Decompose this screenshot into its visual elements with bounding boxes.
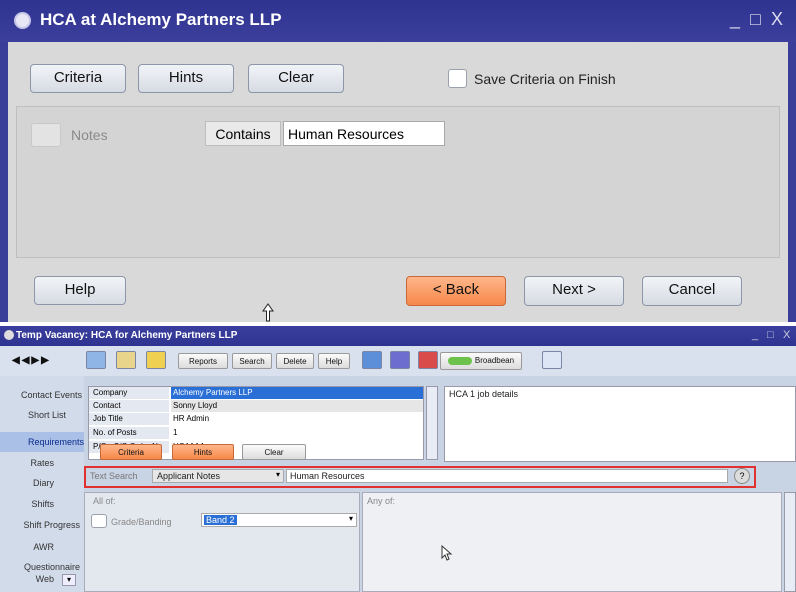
help-icon[interactable]: ? (734, 468, 750, 484)
next-button[interactable]: Next > (524, 276, 624, 306)
folder-icon[interactable] (146, 351, 166, 369)
window-title-bar[interactable]: Temp Vacancy: HCA for Alchemy Partners L… (0, 326, 796, 346)
back-button[interactable]: < Back (406, 276, 506, 306)
cursor-icon (262, 303, 274, 323)
minimize-icon[interactable]: _ (752, 329, 758, 341)
record-navigation-icon[interactable]: ◀◀▶▶ (12, 355, 51, 366)
spellcheck-icon[interactable] (542, 351, 562, 369)
toolbar: ◀◀▶▶ Reports Search Delete Help Broadbea… (0, 346, 796, 376)
field-label: Contact (89, 400, 169, 412)
job-title-field[interactable]: HR Admin (171, 413, 423, 425)
grade-select[interactable]: Band 2 ▾ (201, 513, 357, 527)
app-icon (14, 12, 31, 29)
dialog-title: HCA at Alchemy Partners LLP (40, 10, 282, 29)
any-of-panel: Any of: (362, 492, 782, 592)
hints-button[interactable]: Hints (138, 64, 234, 93)
nav-shifts[interactable]: Shifts (2, 499, 54, 509)
mouse-pointer-icon (441, 544, 453, 561)
help-button[interactable]: Help (34, 276, 126, 305)
criteria-button[interactable]: Criteria (100, 444, 162, 460)
nav-scroll-down[interactable]: ▾ (62, 574, 76, 586)
company-field[interactable]: Alchemy Partners LLP (171, 387, 423, 399)
cancel-button[interactable]: Cancel (642, 276, 742, 306)
nav-awr[interactable]: AWR (2, 542, 54, 552)
nav-short-list[interactable]: Short List (2, 410, 66, 420)
field-label: No. of Posts (89, 427, 169, 439)
any-of-label: Any of: (367, 496, 396, 506)
app-icon (4, 330, 14, 340)
temp-vacancy-window: Temp Vacancy: HCA for Alchemy Partners L… (0, 326, 796, 592)
left-nav: Contact Events Short List Requirements R… (0, 376, 84, 592)
search-field-value: Applicant Notes (157, 471, 221, 481)
clear-button[interactable]: Clear (248, 64, 344, 93)
search-value-text: Human Resources (290, 471, 365, 481)
criteria-button[interactable]: Criteria (30, 64, 126, 93)
minimize-icon[interactable]: _ (730, 9, 740, 30)
job-notes-panel: HCA 1 job details (444, 386, 796, 462)
broadbean-icon (447, 356, 472, 365)
search-field-select[interactable]: Applicant Notes ▾ (152, 469, 284, 483)
dialog-body: Criteria Hints Clear Save Criteria on Fi… (8, 42, 788, 322)
grade-label: Grade/Banding (111, 517, 172, 527)
contains-operator[interactable]: Contains (205, 121, 281, 146)
window-title: Temp Vacancy: HCA for Alchemy Partners L… (16, 330, 238, 341)
maximize-icon[interactable]: □ (750, 9, 761, 30)
stop-icon[interactable] (418, 351, 438, 369)
nav-contact-events[interactable]: Contact Events (2, 390, 82, 400)
notes-checkbox[interactable] (31, 123, 61, 147)
criteria-panel: Notes Contains Human Resources (16, 106, 780, 258)
notes-label: Notes (71, 127, 108, 143)
nav-shift-progress[interactable]: Shift Progress (2, 520, 80, 530)
nav-rates[interactable]: Rates (2, 458, 54, 468)
text-search-label: Text Search (90, 471, 138, 481)
hca-dialog: HCA at Alchemy Partners LLP _ □ X Criter… (0, 0, 796, 322)
hints-button[interactable]: Hints (172, 444, 234, 460)
chevron-down-icon: ▾ (275, 470, 280, 479)
tools-icon[interactable] (116, 351, 136, 369)
close-icon[interactable]: X (783, 329, 790, 341)
chevron-down-icon: ▾ (348, 514, 353, 523)
field-label: Company (89, 387, 169, 399)
nav-questionnaire[interactable]: Questionnaire (2, 562, 80, 572)
nav-web[interactable]: Web (2, 574, 54, 584)
contact-field[interactable]: Sonny Lloyd (171, 400, 423, 412)
help-button-label: Help (64, 281, 96, 298)
people-icon[interactable] (390, 351, 410, 369)
close-icon[interactable]: X (771, 9, 783, 30)
dialog-title-bar[interactable]: HCA at Alchemy Partners LLP _ □ X (0, 0, 796, 42)
gear-icon[interactable] (86, 351, 106, 369)
save-criteria-checkbox[interactable] (448, 69, 467, 88)
document-icon[interactable] (362, 351, 382, 369)
posts-field[interactable]: 1 (171, 427, 423, 439)
clear-button[interactable]: Clear (242, 444, 306, 460)
notes-value-input[interactable]: Human Resources (283, 121, 445, 146)
job-notes-text[interactable]: HCA 1 job details (449, 389, 518, 399)
all-of-label: All of: (93, 496, 116, 506)
all-of-panel: All of: Grade/Banding Band 2 ▾ (84, 492, 360, 592)
reports-button[interactable]: Reports (178, 353, 228, 369)
field-label: Job Title (89, 413, 169, 425)
grade-checkbox[interactable] (91, 514, 107, 528)
grade-value: Band 2 (204, 515, 237, 525)
broadbean-button[interactable]: Broadbean (440, 352, 522, 370)
nav-diary[interactable]: Diary (2, 478, 54, 488)
nav-requirements[interactable]: Requirements (0, 432, 84, 452)
search-value-input[interactable]: Human Resources (286, 469, 728, 483)
broadbean-label: Broadbean (474, 356, 515, 365)
maximize-icon[interactable]: □ (767, 329, 774, 341)
search-button[interactable]: Search (232, 353, 272, 369)
save-criteria-label: Save Criteria on Finish (474, 71, 616, 87)
details-scrollbar[interactable] (426, 386, 438, 460)
delete-button[interactable]: Delete (276, 353, 314, 369)
help-button[interactable]: Help (318, 353, 350, 369)
criteria-scrollbar[interactable] (784, 492, 796, 592)
